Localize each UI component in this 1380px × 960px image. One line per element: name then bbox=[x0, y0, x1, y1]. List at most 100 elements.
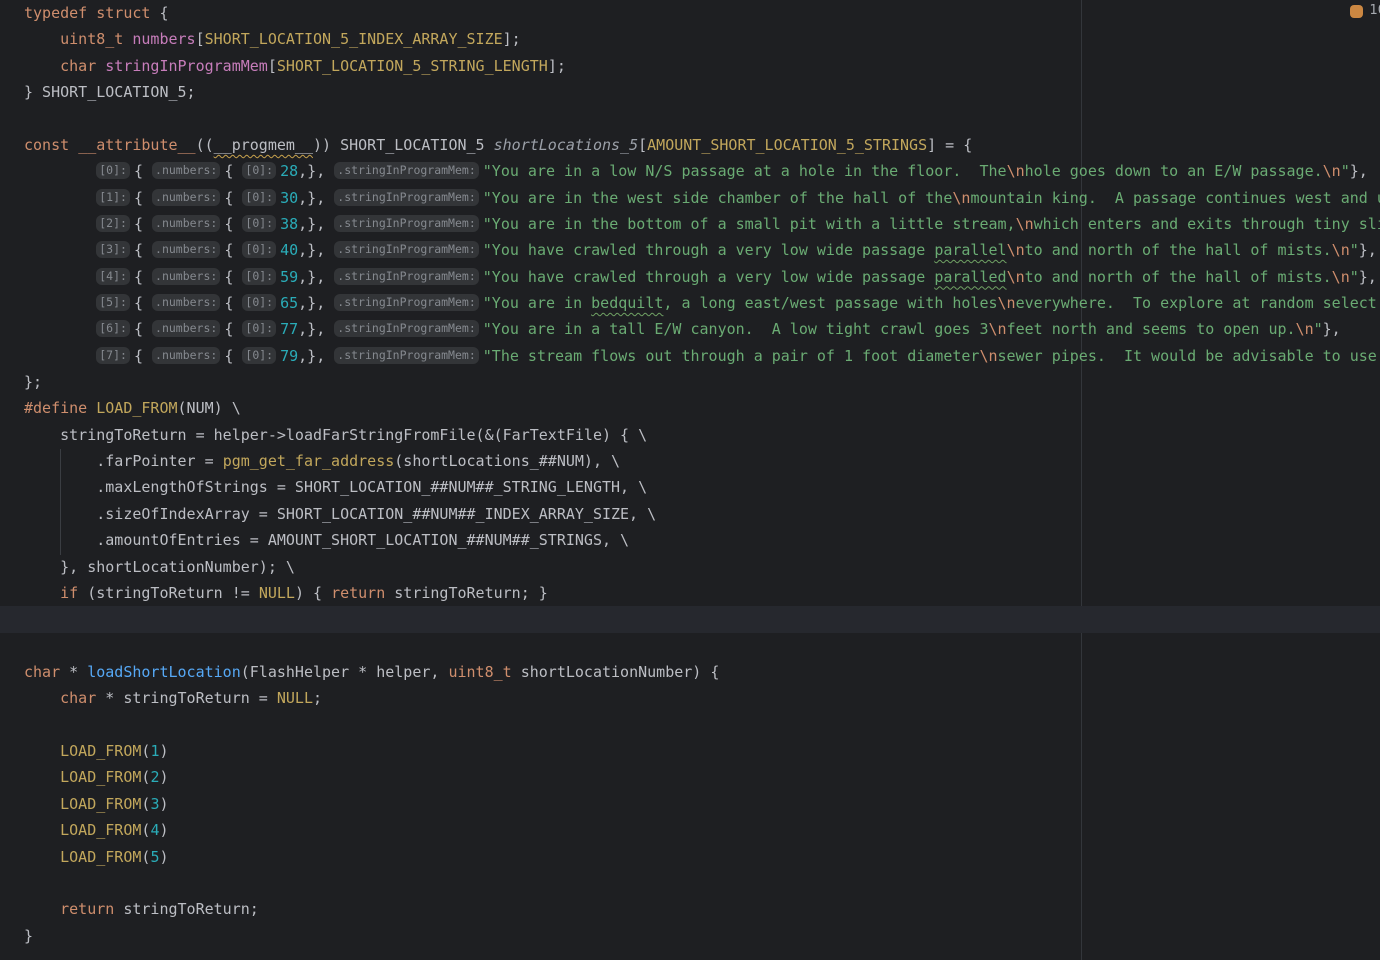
token-plain: { bbox=[224, 189, 242, 207]
code-line[interactable]: stringToReturn = helper->loadFarStringFr… bbox=[0, 422, 1380, 448]
token-keyword: #define bbox=[24, 399, 87, 417]
inlay-hint: [0]: bbox=[242, 162, 276, 179]
code-line[interactable]: } bbox=[0, 923, 1380, 949]
token-number: 77 bbox=[280, 320, 298, 338]
code-line[interactable]: char * loadShortLocation(FlashHelper * h… bbox=[0, 659, 1380, 685]
token-plain: }, bbox=[1359, 268, 1377, 286]
token-plain: * stringToReturn = bbox=[96, 689, 277, 707]
token-plain: (shortLocations_##NUM), \ bbox=[394, 452, 620, 470]
token-plain: { bbox=[134, 268, 152, 286]
inlay-hint: .stringInProgramMem: bbox=[334, 215, 478, 232]
code-line[interactable]: [6]:{ .numbers:{ [0]:77,}, .stringInProg… bbox=[0, 316, 1380, 342]
code-line[interactable] bbox=[0, 870, 1380, 896]
code-line[interactable]: .maxLengthOfStrings = SHORT_LOCATION_##N… bbox=[0, 474, 1380, 500]
inlay-hint: .numbers: bbox=[152, 294, 220, 311]
inlay-hint: .numbers: bbox=[152, 268, 220, 285]
code-line[interactable]: [2]:{ .numbers:{ [0]:38,}, .stringInProg… bbox=[0, 211, 1380, 237]
code-line[interactable]: [0]:{ .numbers:{ [0]:28,}, .stringInProg… bbox=[0, 158, 1380, 184]
code-line[interactable]: } SHORT_LOCATION_5; bbox=[0, 79, 1380, 105]
code-line[interactable] bbox=[0, 633, 1380, 659]
inlay-hint: [0]: bbox=[242, 347, 276, 364]
code-line[interactable]: }, shortLocationNumber); \ bbox=[0, 554, 1380, 580]
code-line[interactable]: [3]:{ .numbers:{ [0]:40,}, .stringInProg… bbox=[0, 237, 1380, 263]
token-keyword: struct bbox=[96, 4, 150, 22]
token-plain: }, shortLocationNumber); \ bbox=[24, 558, 295, 576]
code-line-caret[interactable] bbox=[0, 606, 1380, 632]
code-line[interactable]: char * stringToReturn = NULL; bbox=[0, 685, 1380, 711]
code-line[interactable]: return stringToReturn; bbox=[0, 896, 1380, 922]
token-plain: { bbox=[224, 347, 242, 365]
token-string: "You have crawled through a very low wid… bbox=[483, 268, 935, 286]
token-plain bbox=[24, 900, 60, 918]
token-plain bbox=[87, 399, 96, 417]
token-plain bbox=[24, 189, 96, 207]
inlay-hint: [0]: bbox=[242, 215, 276, 232]
token-number: 65 bbox=[280, 294, 298, 312]
token-string: to and north of the hall of mists. bbox=[1025, 241, 1332, 259]
token-plain: ]; bbox=[503, 30, 521, 48]
inspections-count: 10 bbox=[1369, 2, 1380, 20]
token-plain bbox=[87, 4, 96, 22]
token-plain bbox=[24, 742, 60, 760]
token-plain bbox=[24, 57, 60, 75]
token-number: 59 bbox=[280, 268, 298, 286]
token-escape-sequence: \n bbox=[1007, 268, 1025, 286]
code-line[interactable]: [1]:{ .numbers:{ [0]:30,}, .stringInProg… bbox=[0, 185, 1380, 211]
code-line[interactable]: .farPointer = pgm_get_far_address(shortL… bbox=[0, 448, 1380, 474]
token-plain bbox=[24, 162, 96, 180]
token-plain: ,}, bbox=[298, 320, 334, 338]
token-plain: }, bbox=[1350, 162, 1368, 180]
token-plain: ,}, bbox=[298, 294, 334, 312]
token-escape-sequence: \n bbox=[989, 320, 1007, 338]
code-line[interactable]: .amountOfEntries = AMOUNT_SHORT_LOCATION… bbox=[0, 527, 1380, 553]
token-plain: ,}, bbox=[298, 189, 334, 207]
token-string-typo: paralled bbox=[934, 268, 1006, 286]
code-line[interactable] bbox=[0, 712, 1380, 738]
token-plain: { bbox=[134, 241, 152, 259]
editor-pane[interactable]: typedef struct { uint8_t numbers[SHORT_L… bbox=[0, 0, 1380, 960]
token-plain bbox=[24, 584, 60, 602]
token-plain bbox=[24, 768, 60, 786]
code-line[interactable]: .sizeOfIndexArray = SHORT_LOCATION_##NUM… bbox=[0, 501, 1380, 527]
code-line[interactable]: typedef struct { bbox=[0, 0, 1380, 26]
code-line[interactable]: #define LOAD_FROM(NUM) \ bbox=[0, 395, 1380, 421]
code-line[interactable]: char stringInProgramMem[SHORT_LOCATION_5… bbox=[0, 53, 1380, 79]
token-plain: (FlashHelper * helper, bbox=[241, 663, 449, 681]
code-line[interactable]: [4]:{ .numbers:{ [0]:59,}, .stringInProg… bbox=[0, 264, 1380, 290]
code-line[interactable]: [5]:{ .numbers:{ [0]:65,}, .stringInProg… bbox=[0, 290, 1380, 316]
token-plain: ,}, bbox=[298, 162, 334, 180]
token-plain bbox=[96, 57, 105, 75]
code-line[interactable]: LOAD_FROM(5) bbox=[0, 844, 1380, 870]
token-macro: LOAD_FROM bbox=[96, 399, 177, 417]
code-line[interactable]: uint8_t numbers[SHORT_LOCATION_5_INDEX_A… bbox=[0, 26, 1380, 52]
inspections-widget[interactable]: 10 bbox=[1350, 2, 1380, 20]
code-line[interactable]: const __attribute__((__progmem__)) SHORT… bbox=[0, 132, 1380, 158]
code-line[interactable]: [7]:{ .numbers:{ [0]:79,}, .stringInProg… bbox=[0, 343, 1380, 369]
token-plain: ,}, bbox=[298, 268, 334, 286]
token-plain: { bbox=[224, 320, 242, 338]
token-plain: (( bbox=[196, 136, 214, 154]
code-area[interactable]: typedef struct { uint8_t numbers[SHORT_L… bbox=[0, 0, 1380, 960]
token-field: stringInProgramMem bbox=[105, 57, 268, 75]
inlay-hint: [0]: bbox=[242, 241, 276, 258]
token-keyword: char bbox=[60, 57, 96, 75]
code-line[interactable]: }; bbox=[0, 369, 1380, 395]
token-macro: LOAD_FROM bbox=[60, 768, 141, 786]
code-line[interactable]: LOAD_FROM(3) bbox=[0, 791, 1380, 817]
code-line[interactable]: if (stringToReturn != NULL) { return str… bbox=[0, 580, 1380, 606]
token-plain: { bbox=[134, 320, 152, 338]
token-plain: .amountOfEntries = AMOUNT_SHORT_LOCATION… bbox=[24, 531, 629, 549]
code-line[interactable]: LOAD_FROM(2) bbox=[0, 764, 1380, 790]
inlay-hint: .stringInProgramMem: bbox=[334, 320, 478, 337]
code-line[interactable]: LOAD_FROM(4) bbox=[0, 817, 1380, 843]
token-plain: [ bbox=[196, 30, 205, 48]
token-string: "You are in bbox=[483, 294, 591, 312]
token-plain: ) bbox=[159, 795, 168, 813]
token-plain: [ bbox=[268, 57, 277, 75]
code-line[interactable]: LOAD_FROM(1) bbox=[0, 738, 1380, 764]
token-plain: { bbox=[134, 189, 152, 207]
token-plain bbox=[24, 294, 96, 312]
code-line[interactable] bbox=[0, 105, 1380, 131]
inlay-hint: [3]: bbox=[96, 241, 130, 258]
inlay-hint: .stringInProgramMem: bbox=[334, 189, 478, 206]
